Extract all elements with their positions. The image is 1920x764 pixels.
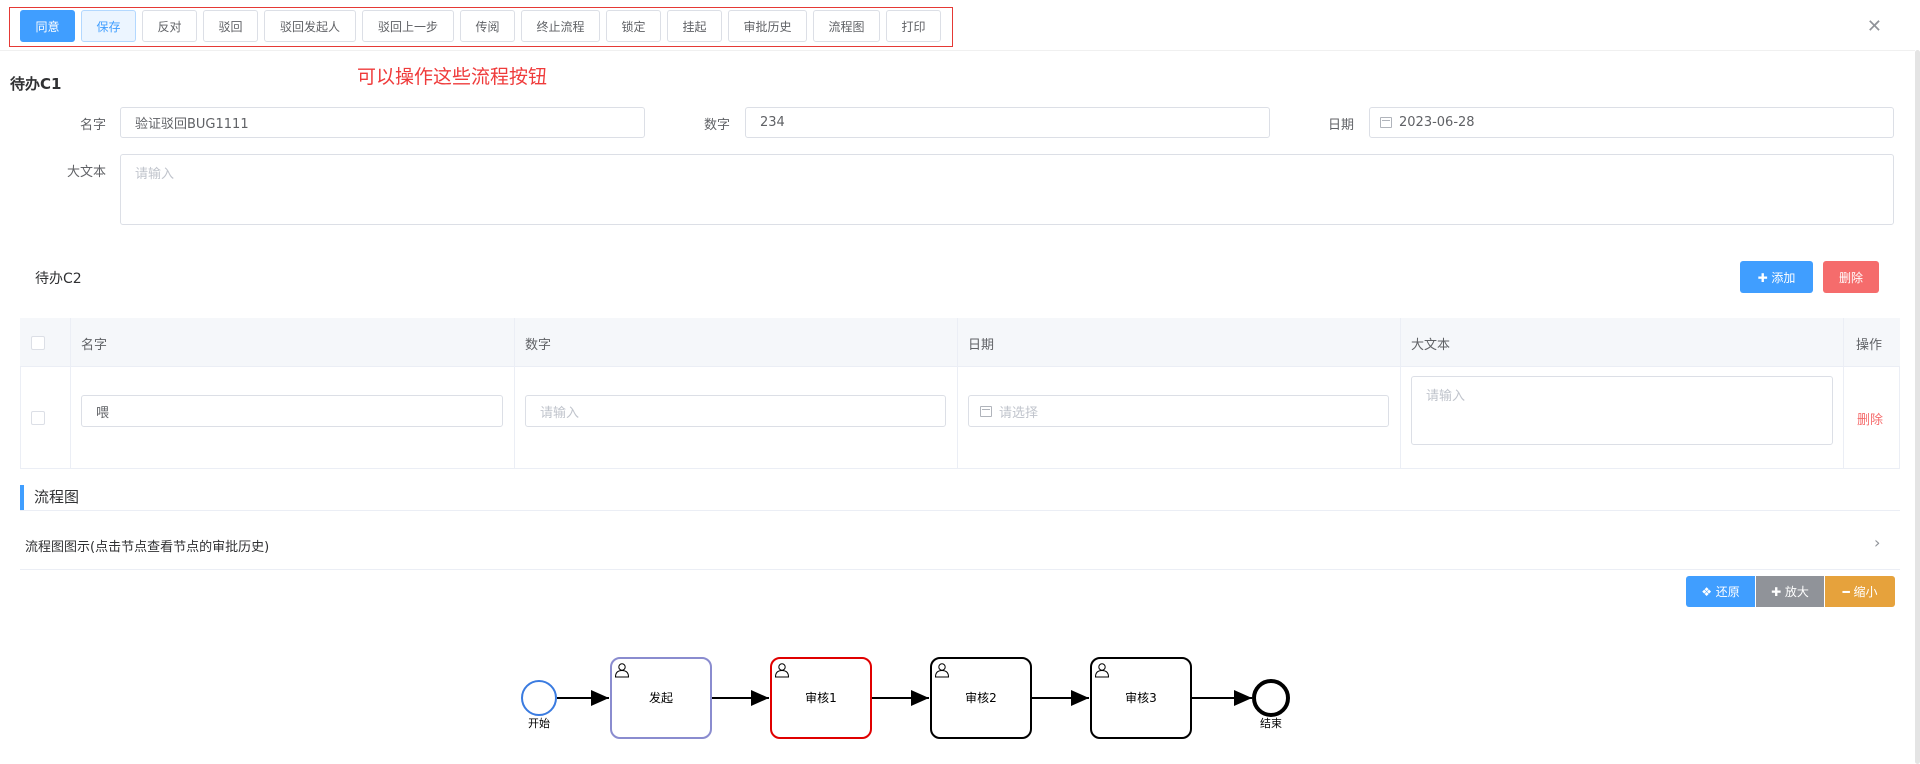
process-diagram: 开始 发起 审核1 审核2 审核3 结束 — [521, 657, 1290, 739]
task-node-initiate[interactable]: 发起 — [610, 657, 712, 739]
start-label: 开始 — [528, 716, 550, 730]
end-label: 结束 — [1260, 717, 1282, 730]
task-node-review3[interactable]: 审核3 — [1090, 657, 1192, 739]
start-event[interactable] — [521, 680, 557, 716]
end-event[interactable] — [1252, 679, 1290, 717]
task-label: 发起 — [649, 690, 673, 705]
task-node-review1[interactable]: 审核1 — [770, 657, 872, 739]
task-label: 审核3 — [1125, 690, 1157, 705]
task-label: 审核1 — [805, 690, 837, 705]
task-node-review2[interactable]: 审核2 — [930, 657, 1032, 739]
task-label: 审核2 — [965, 690, 997, 705]
